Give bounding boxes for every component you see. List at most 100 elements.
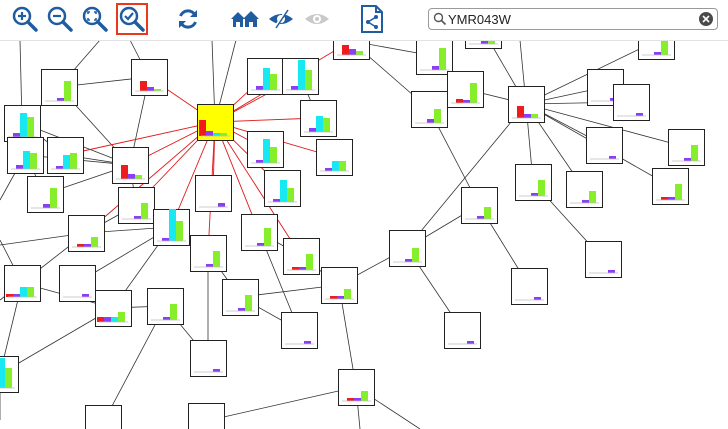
node-bar — [668, 197, 675, 200]
node-bar — [470, 83, 477, 103]
zoom-fit-button[interactable] — [79, 3, 111, 35]
refresh-button[interactable] — [172, 3, 204, 35]
node-bar — [323, 118, 330, 132]
node-bar — [213, 369, 220, 372]
show-icon — [305, 14, 329, 24]
network-node — [511, 268, 548, 305]
node-bar — [330, 296, 337, 299]
node-bar — [531, 114, 538, 118]
network-node — [195, 175, 232, 212]
node-bar — [306, 254, 313, 270]
node-bar — [309, 128, 316, 132]
node-bar — [206, 131, 213, 136]
network-node — [281, 312, 318, 349]
home-button[interactable] — [229, 3, 261, 35]
network-node — [444, 312, 481, 349]
node-bar — [128, 174, 135, 179]
network-node — [59, 265, 96, 302]
node-bar — [412, 248, 419, 262]
node-bar — [91, 237, 98, 247]
zoom-in-button[interactable] — [9, 3, 41, 35]
zoom-selected-icon — [119, 6, 145, 32]
node-bar — [43, 204, 50, 208]
node-bar — [84, 244, 91, 247]
node-bar — [64, 81, 71, 101]
node-bar — [23, 151, 30, 169]
node-bar — [337, 296, 344, 299]
node-bar — [270, 147, 277, 163]
network-canvas[interactable] — [0, 0, 728, 429]
node-bar — [147, 87, 154, 91]
node-bar — [263, 68, 270, 90]
node-bar — [256, 86, 263, 90]
network-node — [586, 127, 623, 164]
node-bar — [104, 317, 111, 322]
node-bar — [304, 341, 311, 344]
node-bar — [531, 193, 538, 196]
node-bar — [636, 113, 643, 116]
node-bar — [170, 304, 177, 320]
node-bar — [332, 161, 339, 171]
zoom-selected-button[interactable] — [116, 3, 148, 35]
toolbar — [0, 0, 728, 41]
show-button[interactable] — [301, 3, 333, 35]
zoom-out-icon — [47, 6, 73, 32]
node-bar — [111, 317, 118, 322]
node-bar — [427, 119, 434, 123]
node-bar — [77, 244, 84, 247]
node-bar — [27, 117, 34, 137]
node-bar — [342, 45, 349, 55]
node-bar — [6, 294, 13, 297]
node-bar — [582, 200, 589, 203]
export-button[interactable] — [356, 3, 388, 35]
node-bar — [467, 341, 474, 344]
node-bar — [538, 180, 545, 196]
node-bar — [434, 109, 441, 123]
node-bar — [675, 184, 682, 200]
node-bar — [349, 49, 356, 55]
node-bar — [213, 133, 220, 136]
edge — [205, 386, 357, 422]
search-box[interactable] — [428, 8, 718, 30]
node-bar — [477, 216, 484, 219]
node-bar — [20, 113, 27, 137]
node-bar — [354, 398, 361, 401]
node-bar — [97, 317, 104, 322]
zoom-in-icon — [12, 6, 38, 32]
hide-icon — [269, 9, 293, 29]
node-bar — [405, 259, 412, 262]
search-input[interactable] — [448, 10, 688, 28]
node-bar — [5, 368, 12, 388]
node-bar — [316, 116, 323, 132]
node-bar — [13, 133, 20, 137]
node-bar — [325, 168, 332, 171]
node-bar — [280, 180, 287, 202]
node-bar — [206, 264, 213, 267]
node-bar — [20, 287, 27, 297]
zoom-fit-icon — [82, 6, 108, 32]
node-bar — [298, 60, 305, 90]
node-bar — [299, 267, 306, 270]
node-bar — [292, 267, 299, 270]
node-bar — [257, 243, 264, 246]
hide-button[interactable] — [265, 3, 297, 35]
node-bar — [213, 251, 220, 267]
node-bar — [264, 228, 271, 246]
node-bar — [0, 358, 5, 388]
node-bar — [484, 207, 491, 219]
node-bar — [291, 86, 298, 90]
node-bar — [13, 294, 20, 297]
node-bar — [654, 52, 661, 55]
node-bar — [238, 308, 245, 311]
node-bar — [273, 199, 280, 202]
node-bar — [16, 165, 23, 169]
node-bar — [684, 158, 691, 161]
node-bar — [141, 203, 148, 219]
zoom-out-button[interactable] — [44, 3, 76, 35]
node-bar — [589, 191, 596, 203]
search-icon — [433, 12, 447, 26]
node-bar — [63, 155, 70, 169]
node-bar — [163, 317, 170, 320]
clear-icon[interactable] — [698, 11, 714, 27]
home-icon — [231, 11, 259, 27]
